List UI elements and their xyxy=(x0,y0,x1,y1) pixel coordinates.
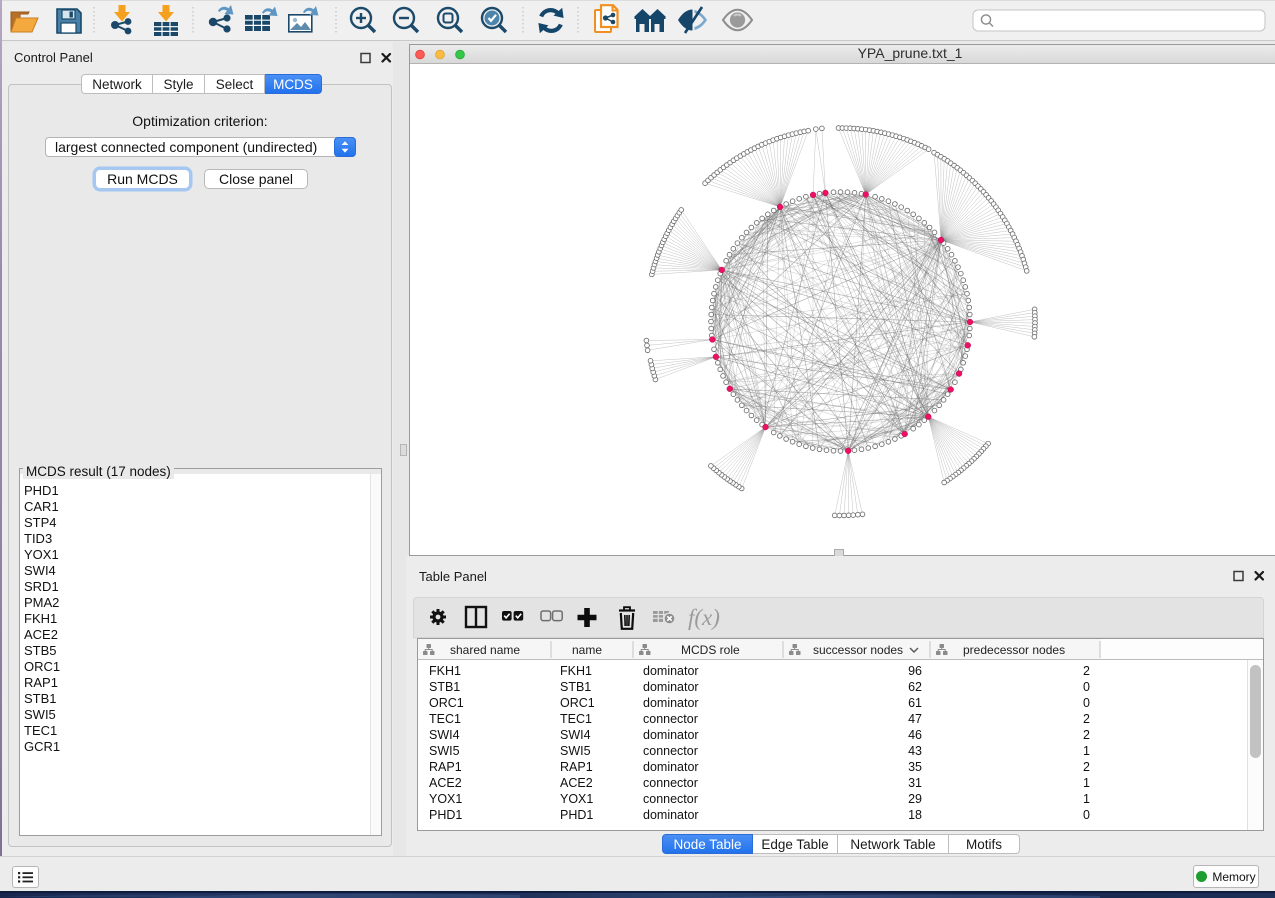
svg-text:name: name xyxy=(572,643,602,657)
svg-text:f(x): f(x) xyxy=(688,605,720,630)
svg-text:shared name: shared name xyxy=(450,643,520,657)
svg-text:predecessor nodes: predecessor nodes xyxy=(963,643,1065,657)
svg-text:MCDS role: MCDS role xyxy=(681,643,740,657)
svg-text:successor nodes: successor nodes xyxy=(813,643,903,657)
